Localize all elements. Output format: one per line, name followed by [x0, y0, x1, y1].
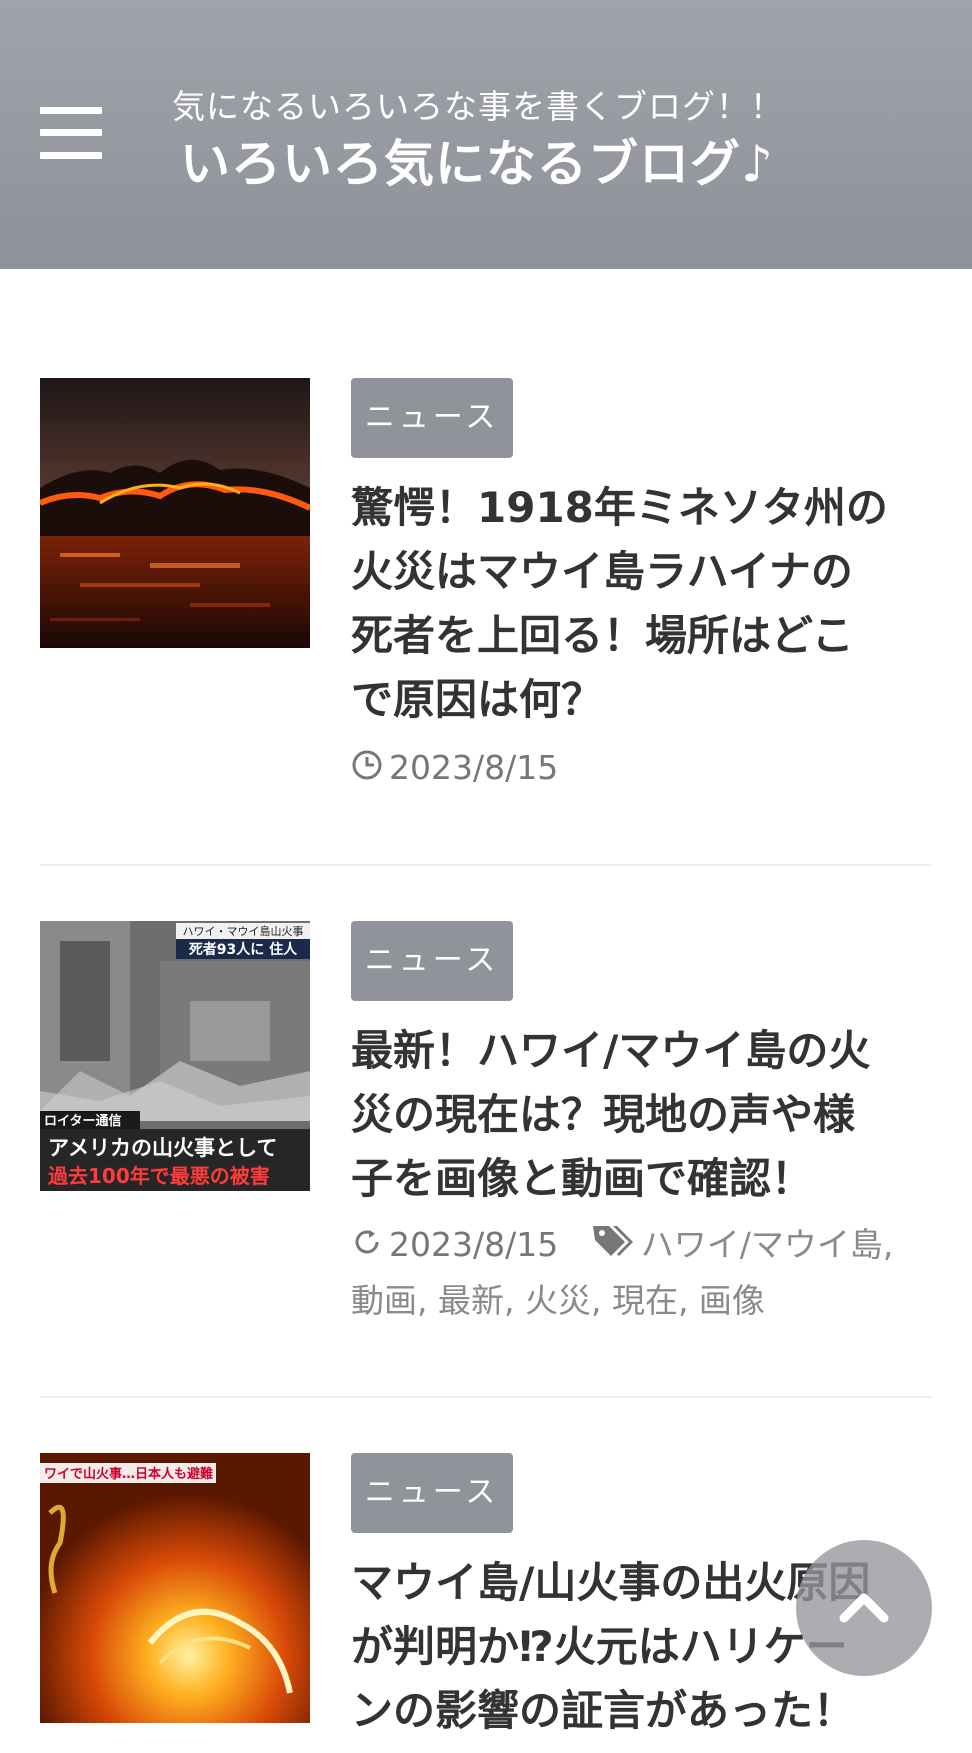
category-badge[interactable]: ニュース: [351, 1453, 513, 1533]
post-meta: 2023/8/15: [351, 741, 951, 797]
post-date: 2023/8/15: [389, 748, 559, 787]
post-title-line: 火災はマウイ島ラハイナの: [351, 547, 853, 596]
thumbnail-caption: ロイター通信: [44, 1113, 121, 1129]
post-meta: 2023/8/15 ハワイ/マウイ島, 動画, 最新, 火災, 現在, 画像: [351, 1218, 951, 1328]
post-tags[interactable]: ハワイ/マウイ島,: [641, 1225, 894, 1264]
tag-icon: [591, 1220, 635, 1274]
post-title-line: 驚愕！1918年ミネソタ州の: [351, 483, 888, 532]
site-header: 気になるいろいろな事を書くブログ！！ いろいろ気になるブログ♪: [0, 0, 972, 269]
post-title[interactable]: 最新！ハワイ/マウイ島の火 災の現在は？現地の声や様 子を画像と動画で確認！: [351, 1019, 931, 1211]
post-date: 2023/8/15: [389, 1225, 559, 1264]
thumbnail-caption: ハワイ・マウイ島山火事: [183, 924, 304, 938]
site-tagline: 気になるいろいろな事を書くブログ！！: [172, 87, 784, 126]
thumbnail-caption: ワイで山火事…日本人も避難: [44, 1466, 213, 1482]
refresh-icon: [351, 1220, 383, 1274]
post-title[interactable]: 驚愕！1918年ミネソタ州の 火災はマウイ島ラハイナの 死者を上回る！場所はどこ…: [351, 476, 931, 732]
chevron-up-icon: [839, 1593, 889, 1623]
hamburger-menu-icon[interactable]: [40, 104, 102, 164]
post-thumbnail[interactable]: ハワイ・マウイ島山火事 死者93人に 住人 ロイター通信 アメリカの山火事として…: [40, 921, 310, 1191]
post-card[interactable]: ニュース 驚愕！1918年ミネソタ州の 火災はマウイ島ラハイナの 死者を上回る！…: [40, 378, 932, 798]
post-title-line: 最新！ハワイ/マウイ島の火: [351, 1026, 871, 1075]
post-title-line: 子を画像と動画で確認！: [351, 1154, 814, 1203]
post-thumbnail[interactable]: ワイで山火事…日本人も避難: [40, 1453, 310, 1723]
post-title-line: ンの影響の証言があった！: [351, 1686, 856, 1735]
clock-icon: [351, 743, 383, 797]
thumbnail-caption: 過去100年で最悪の被害: [48, 1164, 270, 1188]
post-card[interactable]: ハワイ・マウイ島山火事 死者93人に 住人 ロイター通信 アメリカの山火事として…: [40, 921, 932, 1341]
site-title[interactable]: いろいろ気になるブログ♪: [180, 124, 774, 196]
scroll-to-top-button[interactable]: [796, 1540, 932, 1676]
divider: [40, 864, 932, 866]
category-badge[interactable]: ニュース: [351, 921, 513, 1001]
post-tags[interactable]: 動画, 最新, 火災, 現在, 画像: [351, 1274, 951, 1328]
thumbnail-caption: アメリカの山火事として: [48, 1136, 277, 1160]
post-thumbnail[interactable]: [40, 378, 310, 648]
thumbnail-caption: 死者93人に 住人: [188, 941, 298, 958]
post-title-line: で原因は何？: [351, 675, 604, 724]
post-title-line: 災の現在は？現地の声や様: [351, 1090, 856, 1139]
divider: [40, 1396, 932, 1398]
post-title-line: 死者を上回る！場所はどこ: [351, 611, 854, 660]
category-badge[interactable]: ニュース: [351, 378, 513, 458]
